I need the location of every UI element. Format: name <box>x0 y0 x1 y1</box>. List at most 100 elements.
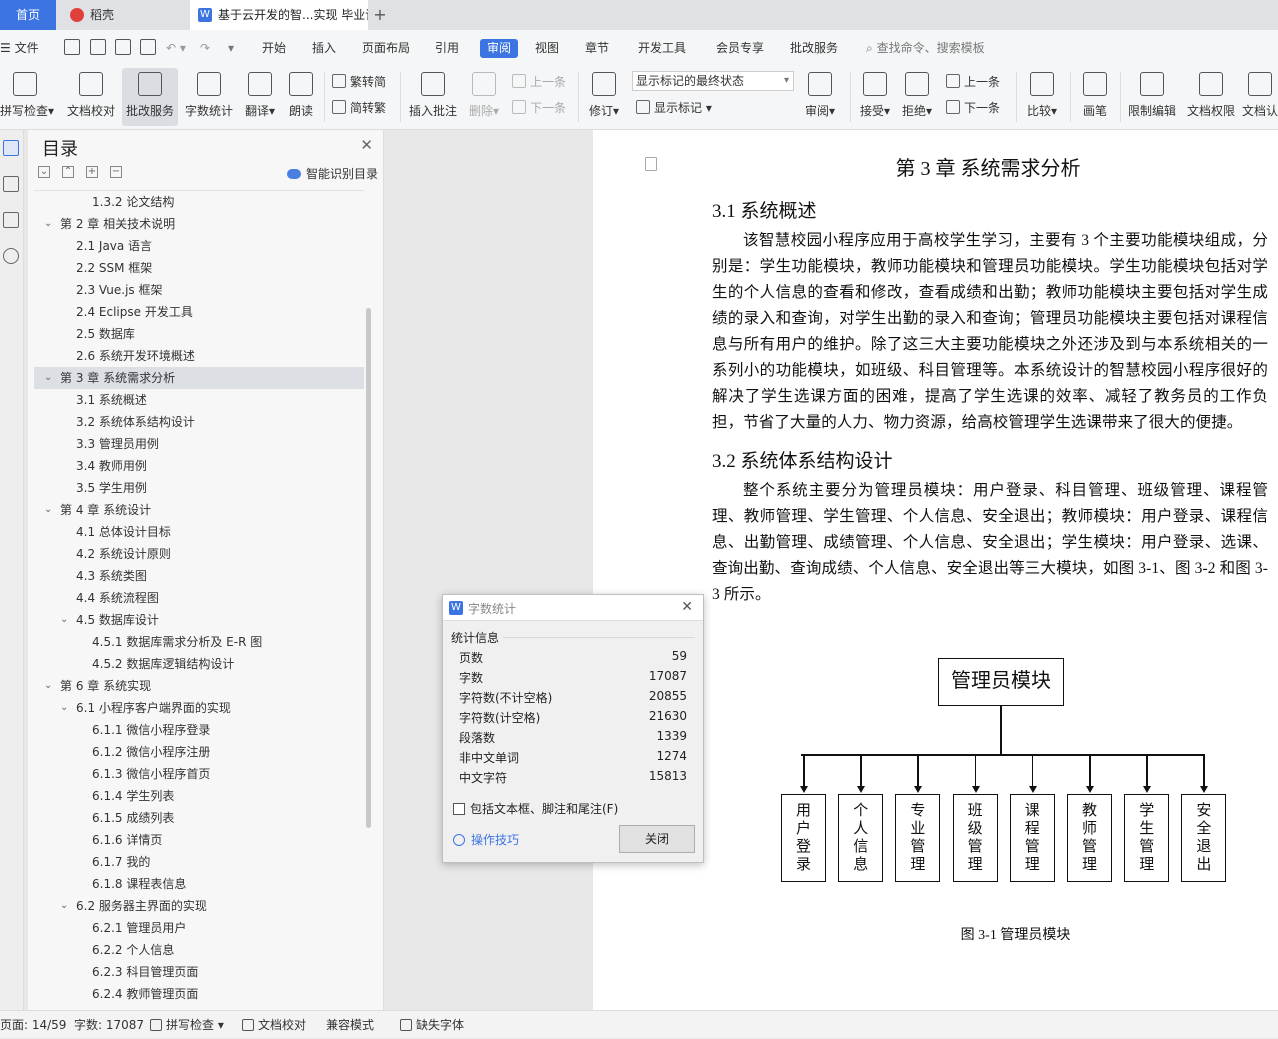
include-textbox-checkbox[interactable]: 包括文本框、脚注和尾注(F) <box>453 800 618 817</box>
simplified-to-traditional-button[interactable]: 简转繁 <box>332 98 386 118</box>
show-markup-button[interactable]: 显示标记 ▾ <box>636 98 712 118</box>
grading-service-button[interactable]: 批改服务 <box>122 68 178 126</box>
traditional-to-simplified-button[interactable]: 繁转简 <box>332 72 386 92</box>
translate-button[interactable]: 翻译▾ <box>240 68 280 126</box>
toc-item[interactable]: 4.2 系统设计原则 <box>34 543 364 565</box>
print-icon[interactable] <box>115 39 131 55</box>
missing-fonts[interactable]: 缺失字体 <box>400 1011 464 1039</box>
search-icon[interactable] <box>3 248 19 264</box>
export-pdf-icon[interactable] <box>90 39 106 55</box>
toc-item[interactable]: 2.5 数据库 <box>34 323 364 345</box>
restrict-editing-button[interactable]: 限制编辑 <box>1124 68 1180 126</box>
next-change-button[interactable]: 下一条 <box>946 98 1000 118</box>
status-proofread[interactable]: 文档校对 <box>242 1011 306 1039</box>
word-count-button[interactable]: 字数统计 <box>182 68 236 126</box>
menu-tab-grading[interactable]: 批改服务 <box>790 30 838 66</box>
quick-access-dropdown-icon[interactable]: ▾ <box>228 30 234 66</box>
chevron-down-icon[interactable]: ⌄ <box>60 895 68 917</box>
menu-tab-developer[interactable]: 开发工具 <box>638 30 686 66</box>
menu-tab-insert[interactable]: 插入 <box>312 30 336 66</box>
menu-tab-references[interactable]: 引用 <box>435 30 459 66</box>
add-heading-icon[interactable]: + <box>86 166 98 178</box>
chevron-down-icon[interactable]: ⌄ <box>60 609 68 631</box>
prev-change-button[interactable]: 上一条 <box>946 72 1000 92</box>
chevron-down-icon[interactable]: ⌄ <box>44 675 52 697</box>
menu-tab-layout[interactable]: 页面布局 <box>362 30 410 66</box>
document-page[interactable]: 第 3 章 系统需求分析 3.1 系统概述 该智慧校园小程序应用于高校学生学习，… <box>593 130 1278 1010</box>
save-icon[interactable] <box>64 39 80 55</box>
toc-item[interactable]: 2.4 Eclipse 开发工具 <box>34 301 364 323</box>
toc-item[interactable]: 6.1.1 微信小程序登录 <box>34 719 364 741</box>
document-verify-button[interactable]: 文档认 <box>1242 68 1278 126</box>
word-count-indicator[interactable]: 字数: 17087 <box>74 1011 144 1039</box>
menu-tab-review[interactable]: 审阅 <box>480 39 519 58</box>
toc-pane-icon[interactable] <box>3 140 19 156</box>
toc-item[interactable]: 4.5.1 数据库需求分析及 E-R 图 <box>34 631 364 653</box>
remove-heading-icon[interactable]: − <box>110 166 122 178</box>
bookmark-icon[interactable] <box>3 212 19 228</box>
toc-item[interactable]: 6.1.4 学生列表 <box>34 785 364 807</box>
chevron-down-icon[interactable]: ⌄ <box>44 367 52 389</box>
toc-item[interactable]: 6.1.3 微信小程序首页 <box>34 763 364 785</box>
redo-icon[interactable]: ↷ <box>200 30 210 66</box>
collapse-all-icon[interactable]: ⌄ <box>38 166 50 178</box>
spell-check-button[interactable]: 拼写检查▾ <box>0 68 54 126</box>
toc-item[interactable]: 4.3 系统类图 <box>34 565 364 587</box>
toc-item[interactable]: 3.4 教师用例 <box>34 455 364 477</box>
close-icon[interactable]: ✕ <box>360 136 373 154</box>
accept-button[interactable]: 接受▾ <box>856 68 894 126</box>
toc-item[interactable]: 6.2.4 教师管理页面 <box>34 983 364 1005</box>
command-search[interactable]: ⌕ 查找命令、搜索模板 <box>866 30 985 66</box>
toc-item[interactable]: 3.5 学生用例 <box>34 477 364 499</box>
toc-item[interactable]: ⌄ 4.5 数据库设计 <box>34 609 364 631</box>
chevron-down-icon[interactable]: ⌄ <box>44 499 52 521</box>
review-pane-button[interactable]: 审阅▾ <box>800 68 840 126</box>
menu-tab-start[interactable]: 开始 <box>262 30 286 66</box>
chevron-down-icon[interactable]: ⌄ <box>60 697 68 719</box>
tab-home[interactable]: 首页 <box>0 0 56 30</box>
reject-button[interactable]: 拒绝▾ <box>898 68 936 126</box>
toc-item[interactable]: ⌄ 6.2 服务器主界面的实现 <box>34 895 364 917</box>
markup-state-select[interactable]: 显示标记的最终状态 <box>632 71 794 91</box>
toc-item[interactable]: ⌄ 第 4 章 系统设计 <box>34 499 364 521</box>
track-changes-button[interactable]: 修订▾ <box>584 68 624 126</box>
delete-comment-button[interactable]: 删除▾ <box>464 68 504 126</box>
toc-item[interactable]: 2.3 Vue.js 框架 <box>34 279 364 301</box>
chevron-down-icon[interactable]: ⌄ <box>44 213 52 235</box>
insert-comment-button[interactable]: 插入批注 <box>406 68 460 126</box>
pen-button[interactable]: 画笔 <box>1076 68 1114 126</box>
toc-scrollbar[interactable] <box>366 308 371 828</box>
close-icon[interactable]: ✕ <box>681 599 693 615</box>
file-menu[interactable]: ☰ 文件 <box>0 30 39 66</box>
new-tab-button[interactable]: + <box>370 0 390 30</box>
compare-button[interactable]: 比较▾ <box>1022 68 1062 126</box>
toc-item[interactable]: 3.3 管理员用例 <box>34 433 364 455</box>
menu-tab-view[interactable]: 视图 <box>535 30 559 66</box>
toc-item[interactable]: 2.2 SSM 框架 <box>34 257 364 279</box>
prev-comment-button[interactable]: 上一条 <box>512 72 566 92</box>
tab-daoke[interactable]: 稻壳 <box>60 0 186 30</box>
document-rights-button[interactable]: 文档权限 <box>1184 68 1238 126</box>
toc-item[interactable]: 6.2.1 管理员用户 <box>34 917 364 939</box>
smart-toc-button[interactable]: 智能识别目录 <box>287 165 378 182</box>
next-comment-button[interactable]: 下一条 <box>512 98 566 118</box>
toc-item[interactable]: 6.1.8 课程表信息 <box>34 873 364 895</box>
dialog-close-button[interactable]: 关闭 <box>619 825 695 853</box>
chapter-nav-icon[interactable] <box>3 176 19 192</box>
toc-item[interactable]: 3.1 系统概述 <box>34 389 364 411</box>
status-spell-check[interactable]: 拼写检查 ▾ <box>150 1011 224 1039</box>
toc-item[interactable]: 2.1 Java 语言 <box>34 235 364 257</box>
toc-item[interactable]: 4.5.2 数据库逻辑结构设计 <box>34 653 364 675</box>
toc-item[interactable]: 6.1.6 详情页 <box>34 829 364 851</box>
toc-item[interactable]: 3.2 系统体系结构设计 <box>34 411 364 433</box>
menu-tab-section[interactable]: 章节 <box>585 30 609 66</box>
toc-item[interactable]: 4.1 总体设计目标 <box>34 521 364 543</box>
menu-tab-member[interactable]: 会员专享 <box>716 30 764 66</box>
undo-icon[interactable]: ↶ ▾ <box>166 30 186 66</box>
toc-item[interactable]: 6.1.7 我的 <box>34 851 364 873</box>
print-preview-icon[interactable] <box>140 39 156 55</box>
toc-item[interactable]: 1.3.2 论文结构 <box>34 191 364 213</box>
page-indicator[interactable]: 页面: 14/59 <box>0 1011 66 1039</box>
toc-item[interactable]: ⌄ 第 6 章 系统实现 <box>34 675 364 697</box>
tips-link[interactable]: 操作技巧 <box>453 831 519 848</box>
